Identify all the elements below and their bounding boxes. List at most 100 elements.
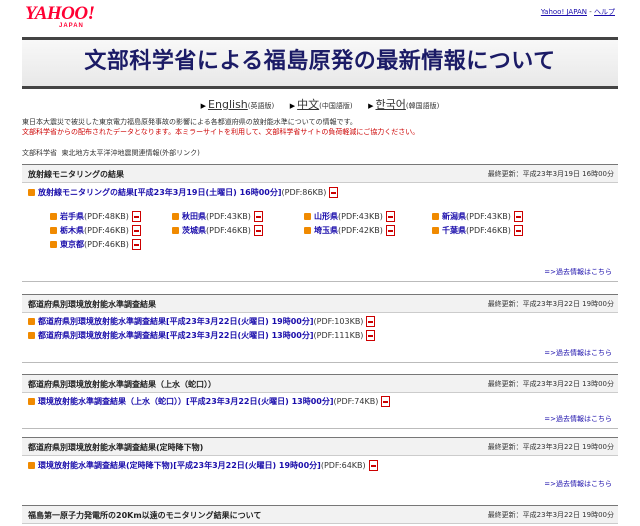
past-info-text[interactable]: 過去情報はこちら: [556, 349, 612, 357]
top-links: Yahoo! JAPAN - ヘルプ: [541, 7, 615, 17]
triangle-right-icon: ▶: [200, 102, 207, 110]
bullet-icon: [50, 213, 57, 220]
past-info-text[interactable]: 過去情報はこちら: [556, 268, 612, 276]
prefecture-link[interactable]: 茨城県: [182, 226, 206, 235]
section-header: 都道府県別環境放射能水準調査結果 最終更新：平成23年3月22日 19時00分: [22, 294, 618, 313]
section-title: 都道府県別環境放射能水準調査結果(定時降下物): [28, 443, 204, 452]
file-size: (PDF:46KB): [466, 226, 511, 235]
prefecture-link[interactable]: 栃木県: [60, 226, 84, 235]
prefecture-item: 山形県(PDF:43KB): [304, 211, 395, 222]
earthquake-info-link[interactable]: 東北地方太平洋沖地震関連情報: [61, 149, 159, 157]
prefecture-link[interactable]: 新潟県: [442, 212, 466, 221]
triangle-right-icon: ▶: [289, 102, 296, 110]
link-separator: -: [587, 8, 594, 16]
result-link[interactable]: 環境放射能水準調査結果(定時降下物)[平成23年3月22日(火曜日) 19時00…: [38, 461, 321, 470]
bullet-icon: [28, 189, 35, 196]
pdf-icon: [368, 460, 378, 471]
lang-korean-link[interactable]: 한국어: [376, 98, 406, 111]
file-size: (PDF:46KB): [84, 226, 129, 235]
intro-line-2: 文部科学省からの配布されたデータとなります。本ミラーサイトを利用して、文部科学省…: [22, 128, 420, 136]
section-fallout: 都道府県別環境放射能水準調査結果(定時降下物) 最終更新：平成23年3月22日 …: [22, 437, 618, 495]
result-row: 環境放射能水準調査結果(定時降下物)[平成23年3月22日(火曜日) 19時00…: [28, 460, 378, 471]
file-size: (PDF:43KB): [206, 212, 251, 221]
pdf-icon: [253, 225, 263, 236]
prefecture-link[interactable]: 東京都: [60, 240, 84, 249]
prefecture-link[interactable]: 埼玉県: [314, 226, 338, 235]
pdf-icon: [131, 211, 141, 222]
yahoo-japan-logo[interactable]: YAHOO! JAPAN: [25, 3, 95, 30]
file-size: (PDF:43KB): [338, 212, 383, 221]
main-result-link[interactable]: 放射線モニタリングの結果[平成23年3月19日(土曜日) 16時00分]: [38, 188, 282, 197]
pdf-icon: [366, 330, 376, 341]
lang-english-link[interactable]: English: [208, 98, 248, 111]
past-info-link[interactable]: =>過去情報はこちら: [544, 414, 612, 424]
section-updated: 最終更新：平成23年3月22日 19時00分: [487, 300, 614, 308]
bullet-icon: [432, 213, 439, 220]
section-header: 放射線モニタリングの結果 最終更新：平成23年3月19日 16時00分: [22, 164, 618, 183]
intro-line-1: 東日本大震災で被災した東京電力福島原発事故の影響による各都道府県の放射能水準につ…: [22, 118, 357, 126]
section-prefecture-radiation: 都道府県別環境放射能水準調査結果 最終更新：平成23年3月22日 19時00分 …: [22, 294, 618, 366]
file-size: (PDF:43KB): [466, 212, 511, 221]
section-title: 都道府県別環境放射能水準調査結果（上水（蛇口））: [28, 380, 216, 389]
section-updated: 最終更新：平成23年3月19日 16時00分: [487, 170, 614, 178]
result-row: 環境放射能水準調査結果（上水（蛇口））[平成23年3月22日(火曜日) 13時0…: [28, 396, 391, 407]
bullet-icon: [28, 398, 35, 405]
section-tap-water: 都道府県別環境放射能水準調査結果（上水（蛇口）） 最終更新：平成23年3月22日…: [22, 374, 618, 432]
past-info-text[interactable]: 過去情報はこちら: [556, 415, 612, 423]
prefecture-item: 東京都(PDF:46KB): [50, 239, 141, 250]
prefecture-item: 千葉県(PDF:46KB): [432, 225, 523, 236]
prefecture-link[interactable]: 岩手県: [60, 212, 84, 221]
lang-korean[interactable]: ▶ 한국어(韓国語版): [368, 96, 439, 112]
external-link-note: (外部リンク): [159, 149, 200, 157]
bullet-icon: [50, 241, 57, 248]
past-info-text[interactable]: 過去情報はこちら: [556, 480, 612, 488]
prefecture-link[interactable]: 千葉県: [442, 226, 466, 235]
section-header: 都道府県別環境放射能水準調査結果(定時降下物) 最終更新：平成23年3月22日 …: [22, 437, 618, 456]
file-size: (PDF:46KB): [206, 226, 251, 235]
logo-text: YAHOO!: [25, 3, 95, 24]
result-link[interactable]: 都道府県別環境放射能水準調査結果[平成23年3月22日(火曜日) 19時00分]: [38, 317, 314, 326]
intro-text: 東日本大震災で被災した東京電力福島原発事故の影響による各都道府県の放射能水準につ…: [22, 117, 622, 137]
section-title: 放射線モニタリングの結果: [28, 170, 124, 179]
pdf-icon: [329, 187, 339, 198]
prefecture-item: 岩手県(PDF:48KB): [50, 211, 141, 222]
prefecture-item: 栃木県(PDF:46KB): [50, 225, 141, 236]
file-size: (PDF:42KB): [338, 226, 383, 235]
lang-english-note: (英語版): [247, 102, 275, 110]
lang-chinese[interactable]: ▶ 中文(中国語版): [290, 96, 353, 112]
help-link[interactable]: ヘルプ: [594, 8, 615, 16]
file-size: (PDF:48KB): [84, 212, 129, 221]
result-link[interactable]: 環境放射能水準調査結果（上水（蛇口））[平成23年3月22日(火曜日) 13時0…: [38, 397, 334, 406]
past-info-link[interactable]: =>過去情報はこちら: [544, 267, 612, 277]
title-banner: 文部科学省による福島原発の最新情報について: [22, 37, 618, 89]
section-divider: [22, 362, 618, 363]
bullet-icon: [172, 227, 179, 234]
bullet-icon: [304, 227, 311, 234]
main-result-row: 放射線モニタリングの結果[平成23年3月19日(土曜日) 16時00分](PDF…: [28, 187, 339, 198]
result-row: 都道府県別環境放射能水準調査結果[平成23年3月22日(火曜日) 13時00分]…: [28, 330, 376, 341]
result-link[interactable]: 都道府県別環境放射能水準調査結果[平成23年3月22日(火曜日) 13時00分]: [38, 331, 314, 340]
lang-chinese-link[interactable]: 中文: [297, 98, 319, 111]
section-title: 福島第一原子力発電所の20Km以遠のモニタリング結果について: [28, 511, 262, 520]
past-info-link[interactable]: =>過去情報はこちら: [544, 348, 612, 358]
pdf-icon: [366, 316, 376, 327]
pdf-icon: [385, 225, 395, 236]
section-header: 福島第一原子力発電所の20Km以遠のモニタリング結果について 最終更新：平成23…: [22, 505, 618, 524]
pdf-icon: [513, 211, 523, 222]
past-info-link[interactable]: =>過去情報はこちら: [544, 479, 612, 489]
prefecture-link[interactable]: 秋田県: [182, 212, 206, 221]
prefecture-link[interactable]: 山形県: [314, 212, 338, 221]
file-size: (PDF:103KB): [313, 317, 364, 326]
external-links: 文部科学省 東北地方太平洋沖地震関連情報(外部リンク): [22, 148, 200, 158]
bullet-icon: [28, 462, 35, 469]
section-updated: 最終更新：平成23年3月22日 19時00分: [487, 443, 614, 451]
yahoo-japan-link[interactable]: Yahoo! JAPAN: [541, 8, 587, 16]
pdf-icon: [381, 396, 391, 407]
lang-korean-note: (韓国語版): [405, 102, 440, 110]
lang-english[interactable]: ▶ English(英語版): [201, 98, 275, 111]
bullet-icon: [172, 213, 179, 220]
mext-link[interactable]: 文部科学省: [22, 149, 57, 157]
pdf-icon: [385, 211, 395, 222]
bullet-icon: [432, 227, 439, 234]
file-size: (PDF:74KB): [333, 397, 379, 406]
